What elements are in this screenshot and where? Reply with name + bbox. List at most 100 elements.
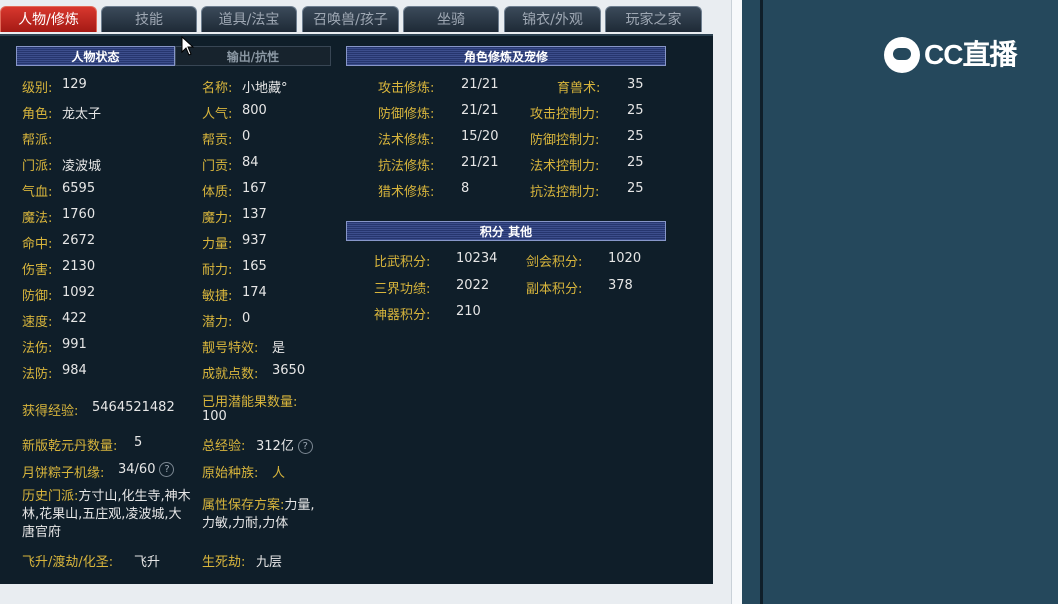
stat-label: 法伤: xyxy=(22,341,53,356)
tab-character[interactable]: 人物/修炼 xyxy=(0,6,97,32)
stat-label: 伤害: xyxy=(22,263,53,278)
header-points: 积分 其他 xyxy=(346,221,666,241)
stat-label: 敏捷: xyxy=(202,289,233,304)
control-value: 25 xyxy=(627,155,644,170)
stat-label: 体质: xyxy=(202,185,233,200)
moon-value: 34/60? xyxy=(118,462,175,477)
stat-label: 法防: xyxy=(22,367,53,382)
cc-live-logo: CC直播 xyxy=(884,33,1034,77)
stat-hp-value: 6595 xyxy=(62,181,96,196)
stat-potential-value: 0 xyxy=(242,311,251,326)
history-label: 历史门派: xyxy=(22,489,79,504)
fly-label: 飞升/渡劫/化圣: xyxy=(22,555,114,570)
attr-label: 属性保存方案: xyxy=(202,498,285,513)
life-label: 生死劫: xyxy=(202,555,246,570)
cc-logo-icon xyxy=(884,37,920,73)
stat-defense-value: 1092 xyxy=(62,285,96,300)
stat-label: 帮贡: xyxy=(202,133,233,148)
logo-text: CC直播 xyxy=(924,39,1017,70)
cultivation-label: 攻击修炼: xyxy=(378,81,435,96)
help-icon[interactable]: ? xyxy=(297,439,313,454)
points-label: 神器积分: xyxy=(374,308,431,323)
help-icon[interactable]: ? xyxy=(159,462,175,477)
stat-label: 门贡: xyxy=(202,159,233,174)
potion-label: 已用潜能果数量: xyxy=(202,395,298,410)
attr-plans: 属性保存方案:力量,力敏,力耐,力体 xyxy=(202,497,326,533)
tab-outfit[interactable]: 锦衣/外观 xyxy=(504,6,601,32)
stat-constitution-value: 167 xyxy=(242,181,267,196)
stat-popularity-value: 800 xyxy=(242,103,267,118)
points-value: 378 xyxy=(608,278,633,293)
stat-label: 角色: xyxy=(22,107,53,122)
qianyuan-value: 5 xyxy=(134,435,143,450)
mouse-cursor-icon xyxy=(181,36,195,56)
tab-pets[interactable]: 召唤兽/孩子 xyxy=(302,6,399,32)
stat-label: 成就点数: xyxy=(202,367,259,382)
stat-label: 魔法: xyxy=(22,211,53,226)
total-exp-value: 312亿? xyxy=(256,435,313,454)
moon-text: 34/60 xyxy=(118,462,156,477)
header-cultivation: 角色修炼及宠修 xyxy=(346,46,666,66)
stat-achievement-value: 3650 xyxy=(272,363,306,378)
cultivation-value: 21/21 xyxy=(461,103,499,118)
moon-label: 月饼粽子机缘: xyxy=(22,466,105,481)
tab-mount[interactable]: 坐骑 xyxy=(403,6,499,32)
stat-magic-power-value: 137 xyxy=(242,207,267,222)
control-value: 25 xyxy=(627,181,644,196)
stat-label: 力量: xyxy=(202,237,233,252)
cultivation-value: 21/21 xyxy=(461,77,499,92)
scrollbar-track[interactable] xyxy=(731,0,742,604)
stat-label: 速度: xyxy=(22,315,53,330)
total-exp-text: 312亿 xyxy=(256,439,294,454)
stat-label: 级别: xyxy=(22,81,53,96)
control-label: 法术控制力: xyxy=(530,159,600,174)
stat-label: 耐力: xyxy=(202,263,233,278)
stat-agility-value: 174 xyxy=(242,285,267,300)
stat-school-value: 凌波城 xyxy=(62,159,102,174)
stat-label: 魔力: xyxy=(202,211,233,226)
stat-magic-damage-value: 991 xyxy=(62,337,87,352)
tab-skills[interactable]: 技能 xyxy=(101,6,197,32)
exp-label: 获得经验: xyxy=(22,404,79,419)
stat-label: 气血: xyxy=(22,185,53,200)
points-value: 1020 xyxy=(608,251,642,266)
overlay-divider xyxy=(760,0,763,604)
control-label: 育兽术: xyxy=(557,81,601,96)
cultivation-value: 21/21 xyxy=(461,155,499,170)
cultivation-label: 抗法修炼: xyxy=(378,159,435,174)
stat-level-value: 129 xyxy=(62,77,87,92)
control-label: 抗法控制力: xyxy=(530,185,600,200)
stat-label: 人气: xyxy=(202,107,233,122)
points-value: 2022 xyxy=(456,278,490,293)
cultivation-label: 猎术修炼: xyxy=(378,185,435,200)
race-label: 原始种族: xyxy=(202,466,259,481)
tab-items[interactable]: 道具/法宝 xyxy=(201,6,297,32)
tab-home[interactable]: 玩家之家 xyxy=(605,6,702,32)
points-label: 剑会积分: xyxy=(526,255,583,270)
stat-label: 命中: xyxy=(22,237,53,252)
tab-bar: 人物/修炼 技能 道具/法宝 召唤兽/孩子 坐骑 锦衣/外观 玩家之家 xyxy=(0,6,713,34)
points-label: 副本积分: xyxy=(526,282,583,297)
stat-label: 帮派: xyxy=(22,133,53,148)
stat-endurance-value: 165 xyxy=(242,259,267,274)
header-status[interactable]: 人物状态 xyxy=(16,46,175,66)
stat-label: 名称: xyxy=(202,81,233,96)
points-label: 三界功绩: xyxy=(374,282,431,297)
fly-value: 飞升 xyxy=(134,555,161,570)
control-value: 35 xyxy=(627,77,644,92)
header-resist-tab[interactable]: 输出/抗性 xyxy=(175,46,331,66)
control-value: 25 xyxy=(627,129,644,144)
stat-hit-value: 2672 xyxy=(62,233,96,248)
stat-name-value: 小地藏° xyxy=(242,81,288,96)
history-schools: 历史门派:方寸山,化生寺,神木林,花果山,五庄观,凌波城,大唐官府 xyxy=(22,488,194,542)
control-value: 25 xyxy=(627,103,644,118)
stat-school-contrib-value: 84 xyxy=(242,155,259,170)
stat-vip-effect-value: 是 xyxy=(272,341,286,356)
race-value: 人 xyxy=(272,466,286,481)
cultivation-label: 法术修炼: xyxy=(378,133,435,148)
points-value: 10234 xyxy=(456,251,498,266)
stat-label: 潜力: xyxy=(202,315,233,330)
stat-label: 门派: xyxy=(22,159,53,174)
control-label: 防御控制力: xyxy=(530,133,600,148)
stat-magic-defense-value: 984 xyxy=(62,363,87,378)
